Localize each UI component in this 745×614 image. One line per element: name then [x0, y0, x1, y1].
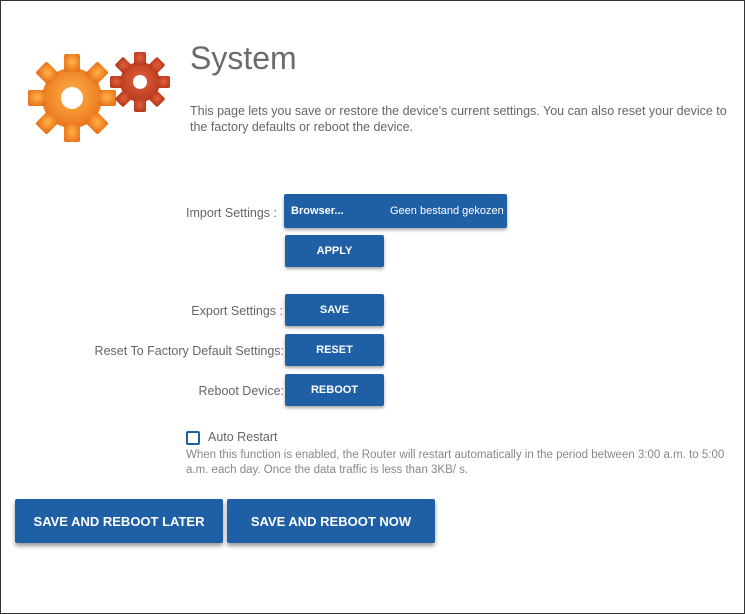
save-and-reboot-now-button[interactable]: SAVE AND REBOOT NOW: [227, 499, 435, 543]
browse-button-label: Browser...: [291, 205, 344, 217]
reset-button[interactable]: RESET: [285, 334, 384, 366]
auto-restart-label: Auto Restart: [208, 430, 278, 444]
save-button[interactable]: SAVE: [285, 294, 384, 326]
file-status: Geen bestand gekozen: [390, 205, 504, 217]
page-title: System: [190, 40, 297, 76]
apply-button[interactable]: APPLY: [285, 235, 384, 267]
gears-icon: [28, 52, 170, 142]
export-settings-label: Export Settings :: [191, 304, 283, 318]
page-description: This page lets you save or restore the d…: [190, 104, 727, 134]
auto-restart-checkbox[interactable]: [186, 431, 200, 445]
file-chooser[interactable]: Browser... Geen bestand gekozen: [284, 194, 507, 228]
save-and-reboot-later-button[interactable]: SAVE AND REBOOT LATER: [15, 499, 223, 543]
auto-restart-note: When this function is enabled, the Route…: [186, 449, 725, 476]
import-settings-label: Import Settings :: [185, 206, 277, 220]
reset-factory-label: Reset To Factory Default Settings:: [94, 344, 284, 358]
reboot-button[interactable]: REBOOT: [285, 374, 384, 406]
reboot-device-label: Reboot Device:: [198, 384, 284, 398]
